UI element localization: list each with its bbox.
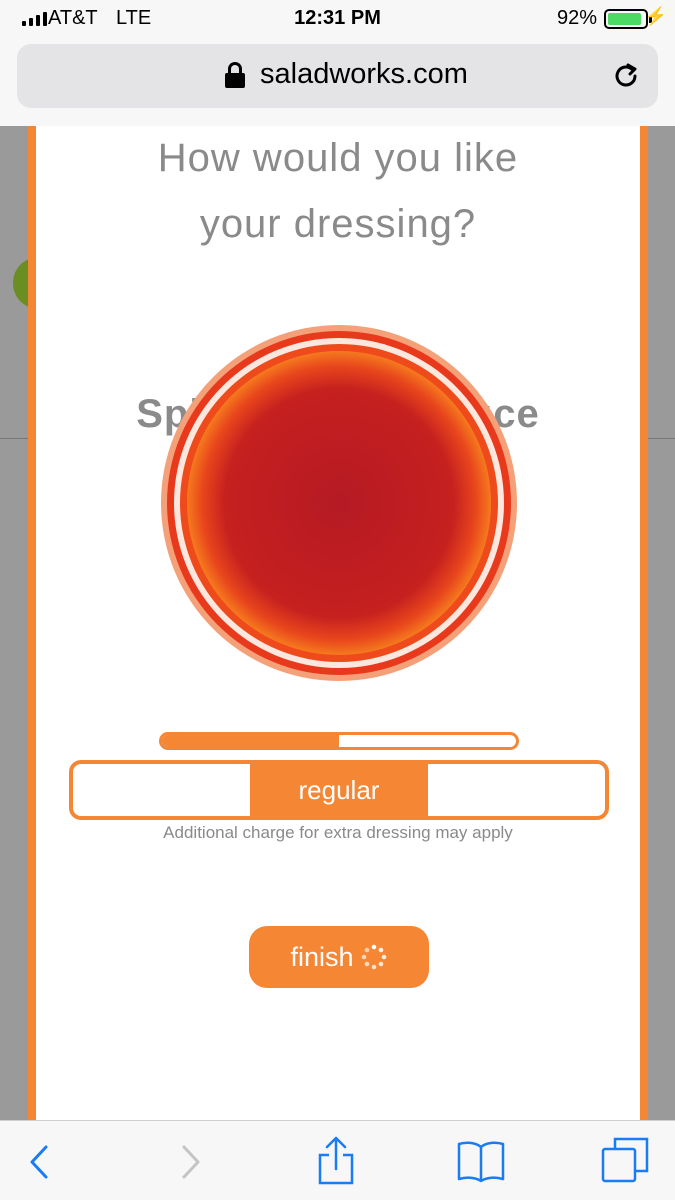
back-icon[interactable]: [26, 1135, 52, 1185]
tabs-icon[interactable]: [601, 1135, 649, 1185]
charging-icon: ⚡: [644, 6, 667, 26]
amount-option-regular[interactable]: regular: [250, 764, 428, 816]
finish-label: finish: [290, 941, 354, 972]
bookmarks-icon[interactable]: [456, 1135, 506, 1185]
question-line-2: your dressing?: [199, 202, 477, 246]
url-text[interactable]: saladworks.com: [260, 58, 468, 91]
sauce-bowl-image: [161, 325, 517, 681]
amount-slider-fill: [162, 735, 339, 747]
browser-toolbar: [0, 1120, 675, 1200]
battery-percent: 92%: [556, 7, 597, 29]
finish-button[interactable]: finish: [249, 926, 429, 988]
amount-option-light[interactable]: [73, 764, 250, 816]
status-bar: AT&T LTE 12:31 PM 92% ⚡: [0, 0, 675, 38]
address-bar[interactable]: saladworks.com: [17, 44, 658, 108]
loading-spinner-icon: [361, 944, 386, 970]
battery-icon: [604, 9, 652, 29]
forward-icon[interactable]: [178, 1135, 204, 1185]
dressing-modal: How would you like your dressing? Spicy …: [28, 126, 648, 1120]
share-icon[interactable]: [316, 1135, 356, 1187]
lock-icon: [225, 62, 245, 90]
extra-charge-note: Additional charge for extra dressing may…: [163, 823, 513, 842]
reload-icon[interactable]: [611, 61, 641, 91]
question-line-1: How would you like: [157, 136, 519, 180]
amount-selector[interactable]: regular: [69, 760, 609, 820]
amount-slider[interactable]: [159, 732, 519, 750]
amount-option-extra[interactable]: [428, 764, 605, 816]
